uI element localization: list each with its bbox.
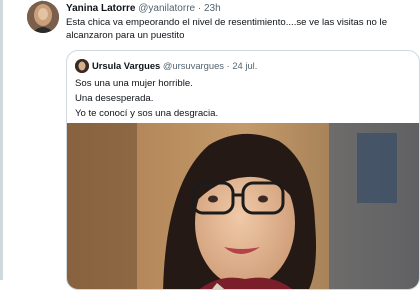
header-separator: ·: [197, 3, 202, 14]
quoted-text-line: Sos una una mujer horrible.: [75, 78, 193, 89]
quoted-tweet-text: Sos una una mujer horrible. Una desesper…: [75, 76, 218, 121]
quoted-tweet-header: Ursula Vargues @ursuvargues · 24 jul.: [92, 60, 257, 71]
quoted-tweet-photo[interactable]: [67, 123, 419, 289]
author-avatar[interactable]: [27, 1, 59, 33]
quoted-author-handle: @ursuvargues: [162, 60, 224, 71]
quoted-text-line: Yo te conocí y sos una desgracia.: [75, 108, 219, 119]
quoted-header-separator: ·: [226, 60, 230, 71]
tweet-body-text: Esta chica va empeorando el nivel de res…: [66, 17, 388, 41]
tweet-timestamp[interactable]: 23h: [204, 3, 221, 14]
quoted-author-display-name: Ursula Vargues: [92, 60, 161, 71]
quoted-author-avatar: [75, 59, 89, 73]
author-handle[interactable]: @yanilatorre: [138, 3, 195, 14]
quoted-tweet-timestamp: 24 jul.: [232, 60, 258, 71]
tweet-header: Yanina Latorre @yanilatorre · 23h: [66, 3, 221, 15]
timeline-border: [0, 0, 3, 280]
author-display-name[interactable]: Yanina Latorre: [66, 3, 135, 14]
quoted-tweet-card[interactable]: Ursula Vargues @ursuvargues · 24 jul. So…: [66, 50, 420, 290]
quoted-text-line: Una desesperada.: [75, 93, 154, 104]
